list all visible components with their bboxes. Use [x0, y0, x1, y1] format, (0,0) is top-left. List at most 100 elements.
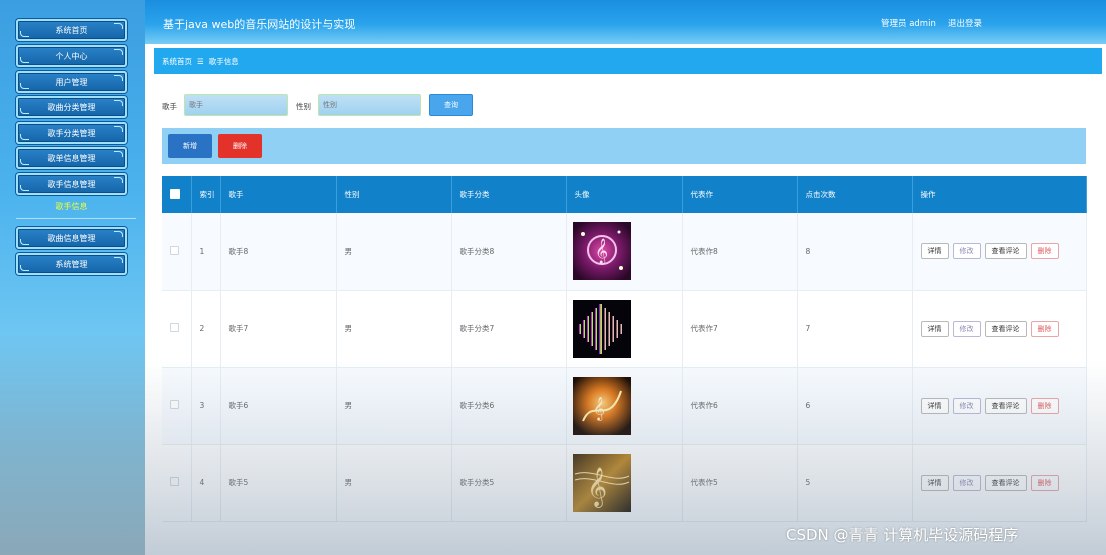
sidebar-item-song-info[interactable]: 歌曲信息管理	[16, 227, 127, 249]
singer-label: 歌手	[162, 102, 177, 111]
view-comments-button[interactable]: 查看评论	[984, 397, 1027, 414]
breadcrumb: 系统首页 ☰ 歌手信息	[154, 48, 1102, 74]
avatar-image: 𝄞	[572, 222, 631, 281]
row-checkbox[interactable]	[170, 400, 179, 409]
gender-cell: 男	[336, 213, 452, 291]
category-cell: 歌手分类5	[451, 444, 567, 522]
column-header: 头像	[566, 176, 683, 213]
avatar-cell	[566, 290, 683, 368]
sidebar-item-singer-info[interactable]: 歌手信息管理	[16, 173, 127, 195]
gender-cell: 男	[336, 290, 452, 368]
singer-cell: 歌手5	[220, 444, 337, 522]
ops-cell: 详情 修改 查看评论 删除	[912, 213, 1087, 291]
gender-cell: 男	[336, 367, 452, 445]
gender-search-input[interactable]	[318, 94, 421, 116]
sidebar-item-profile[interactable]: 个人中心	[16, 45, 127, 67]
app-title: 基于java web的音乐网站的设计与实现	[163, 18, 356, 31]
ops-cell: 详情 修改 查看评论 删除	[912, 290, 1087, 368]
sidebar-item-home[interactable]: 系统首页	[16, 19, 127, 41]
avatar-cell: 𝄞	[566, 213, 683, 291]
row-delete-button[interactable]: 删除	[1030, 474, 1059, 491]
row-select-cell	[162, 290, 192, 368]
column-header: 歌手	[220, 176, 337, 213]
category-cell: 歌手分类7	[451, 290, 567, 368]
edit-button[interactable]: 修改	[952, 320, 981, 337]
column-header: 性别	[336, 176, 452, 213]
sidebar-item-singer-category[interactable]: 歌手分类管理	[16, 122, 127, 144]
table-row[interactable]: 1 歌手8 男 歌手分类8 𝄞 代表作8 8 详情 修改 查看评论 删除	[162, 213, 1087, 291]
row-checkbox[interactable]	[170, 245, 179, 255]
clicks-cell: 7	[797, 290, 913, 368]
sidebar-item-label: 用户管理	[55, 77, 88, 87]
singer-table: 索引 歌手 性别 歌手分类 头像 代表作 点击次数 操作 1 歌手8 男 歌手分…	[162, 176, 1087, 522]
watermark: CSDN @青青 计算机毕设源码程序	[786, 526, 1019, 544]
row-delete-button[interactable]: 删除	[1030, 243, 1059, 260]
delete-button[interactable]: 删除	[218, 134, 262, 158]
sidebar-item-label: 歌曲分类管理	[47, 102, 96, 112]
sidebar-item-label: 歌手分类管理	[47, 128, 96, 138]
index-cell: 1	[191, 213, 221, 291]
svg-text:𝄞: 𝄞	[593, 396, 605, 421]
breadcrumb-current: 歌手信息	[208, 56, 239, 66]
detail-button[interactable]: 详情	[920, 397, 949, 414]
work-cell: 代表作6	[682, 367, 798, 445]
sidebar-item-label: 歌手信息管理	[47, 179, 96, 189]
avatar-image	[572, 299, 631, 358]
row-checkbox[interactable]	[170, 477, 179, 486]
action-bar	[162, 128, 1086, 164]
avatar-cell: 𝄞	[566, 367, 683, 445]
top-header: 基于java web的音乐网站的设计与实现 管理员 admin 退出登录	[145, 0, 1106, 44]
add-button[interactable]: 新增	[168, 134, 212, 158]
avatar-image: 𝄞	[572, 453, 631, 512]
category-cell: 歌手分类6	[451, 367, 567, 445]
edit-button[interactable]: 修改	[952, 243, 981, 260]
menu-icon: ☰	[197, 56, 204, 66]
select-all-checkbox[interactable]	[170, 188, 180, 199]
work-cell: 代表作5	[682, 444, 798, 522]
avatar-image: 𝄞	[572, 376, 631, 435]
edit-button[interactable]: 修改	[952, 474, 981, 491]
sidebar-item-system[interactable]: 系统管理	[16, 253, 127, 275]
sidebar-subitem-singer-info[interactable]: 歌手信息	[16, 200, 127, 214]
row-delete-button[interactable]: 删除	[1030, 320, 1059, 337]
row-delete-button[interactable]: 删除	[1030, 397, 1059, 414]
view-comments-button[interactable]: 查看评论	[984, 243, 1027, 260]
singer-cell: 歌手6	[220, 367, 337, 445]
breadcrumb-home[interactable]: 系统首页	[162, 56, 192, 67]
column-header: 索引	[191, 176, 221, 213]
edit-button[interactable]: 修改	[952, 397, 981, 414]
detail-button[interactable]: 详情	[920, 320, 949, 337]
table-header-row: 索引 歌手 性别 歌手分类 头像 代表作 点击次数 操作	[162, 176, 1087, 213]
index-cell: 2	[191, 290, 221, 368]
singer-search-input[interactable]	[184, 94, 288, 116]
row-actions: 详情 修改 查看评论 删除	[920, 474, 1061, 491]
clicks-cell: 5	[797, 444, 913, 522]
sidebar-item-label: 个人中心	[55, 51, 88, 61]
clicks-cell: 8	[797, 213, 913, 291]
detail-button[interactable]: 详情	[920, 474, 949, 491]
row-select-cell	[162, 367, 192, 445]
row-checkbox[interactable]	[170, 323, 179, 332]
table-row[interactable]: 2 歌手7 男 歌手分类7 代表作7 7 详情 修改 查看评论 删除	[162, 290, 1087, 368]
clicks-cell: 6	[797, 367, 913, 445]
logout-link[interactable]: 退出登录	[948, 17, 982, 29]
svg-text:𝄞: 𝄞	[595, 238, 608, 264]
sidebar-item-users[interactable]: 用户管理	[16, 71, 127, 93]
sidebar-item-label: 歌曲信息管理	[47, 233, 96, 243]
query-button[interactable]: 查询	[429, 94, 473, 116]
ops-cell: 详情 修改 查看评论 删除	[912, 444, 1087, 522]
sidebar-item-song-category[interactable]: 歌曲分类管理	[16, 96, 127, 118]
avatar-cell: 𝄞	[566, 444, 683, 522]
view-comments-button[interactable]: 查看评论	[984, 474, 1027, 491]
singer-cell: 歌手8	[220, 213, 337, 291]
table-row[interactable]: 4 歌手5 男 歌手分类5 𝄞 代表作5 5 详情 修改 查看评论 删除	[162, 444, 1087, 522]
detail-button[interactable]: 详情	[920, 243, 949, 260]
sidebar: 系统首页 个人中心 用户管理 歌曲分类管理 歌手分类管理 歌单信息管理 歌手信息…	[0, 0, 145, 555]
table-row[interactable]: 3 歌手6 男 歌手分类6 𝄞 代表作6 6 详情 修改 查看评论 删除	[162, 367, 1087, 445]
work-cell: 代表作8	[682, 213, 798, 291]
sidebar-item-label: 系统首页	[55, 25, 88, 35]
row-select-cell	[162, 213, 192, 291]
column-header: 点击次数	[797, 176, 913, 213]
view-comments-button[interactable]: 查看评论	[984, 320, 1027, 337]
sidebar-item-playlist[interactable]: 歌单信息管理	[16, 147, 127, 169]
